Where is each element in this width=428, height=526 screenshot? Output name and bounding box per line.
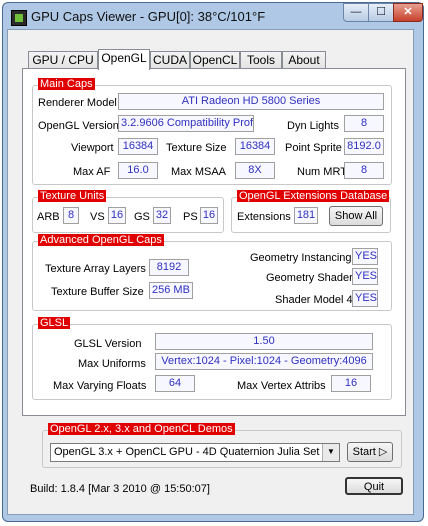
texture-units-title: Texture Units [38, 190, 107, 202]
demos-title: OpenGL 2.x, 3.x and OpenCL Demos [48, 423, 235, 435]
main-caps-title: Main Caps [38, 78, 95, 90]
opengl-tab-page: Main Caps Renderer Model ATI Radeon HD 5… [22, 68, 406, 416]
vs-label: VS [90, 211, 105, 223]
geometry-shader-label: Geometry Shader [266, 272, 353, 284]
extensions-value: 181 [294, 207, 318, 224]
max-af-value: 16.0 [118, 162, 158, 179]
vs-value: 16 [108, 207, 126, 224]
glsl-version-value: 1.50 [155, 333, 373, 350]
dyn-lights-value: 8 [344, 115, 384, 132]
viewport-label: Viewport [71, 142, 114, 154]
geometry-instancing-value: YES [352, 248, 378, 265]
extensions-db-title: OpenGL Extensions Database [237, 190, 390, 202]
gpu-caps-app-icon [11, 10, 27, 26]
num-mrt-value: 8 [344, 162, 384, 179]
quit-button[interactable]: Quit [345, 477, 403, 495]
gs-value: 32 [153, 207, 171, 224]
glsl-version-label: GLSL Version [74, 338, 142, 350]
texture-size-value: 16384 [235, 138, 275, 155]
chevron-down-icon[interactable]: ▼ [322, 444, 339, 461]
tab-opengl[interactable]: OpenGL [98, 49, 150, 70]
arb-value: 8 [63, 207, 79, 224]
opengl-version-value: 3.2.9606 Compatibility Profile [118, 115, 254, 132]
ps-value: 16 [200, 207, 218, 224]
title-bar: GPU Caps Viewer - GPU[0]: 38°C/101°F — ☐… [3, 3, 423, 31]
arb-label: ARB [37, 211, 60, 223]
extensions-label: Extensions [237, 211, 291, 223]
demo-select-value: OpenGL 3.x + OpenCL GPU - 4D Quaternion … [54, 446, 320, 458]
point-sprite-value: 8192.0 [344, 138, 384, 155]
window-title: GPU Caps Viewer - GPU[0]: 38°C/101°F [31, 9, 266, 24]
tab-cuda[interactable]: CUDA [150, 51, 190, 69]
gs-label: GS [134, 211, 150, 223]
shader-model-4-label: Shader Model 4 [275, 294, 353, 306]
start-button[interactable]: Start ▷ [347, 442, 393, 462]
minimize-button[interactable]: — [343, 3, 369, 22]
build-info: Build: 1.8.4 [Mar 3 2010 @ 15:50:07] [30, 483, 210, 495]
tab-tools[interactable]: Tools [240, 51, 282, 69]
max-msaa-value: 8X [235, 162, 275, 179]
glsl-title: GLSL [38, 317, 71, 329]
max-vertex-attribs-label: Max Vertex Attribs [237, 380, 326, 392]
num-mrt-label: Num MRT [297, 166, 347, 178]
tab-opencl[interactable]: OpenCL [190, 51, 240, 69]
max-varying-floats-value: 64 [155, 375, 195, 392]
tab-gpu-cpu[interactable]: GPU / CPU [28, 51, 98, 69]
texture-buffer-size-label: Texture Buffer Size [51, 286, 144, 298]
tab-about[interactable]: About [282, 51, 326, 69]
demo-select[interactable]: OpenGL 3.x + OpenCL GPU - 4D Quaternion … [50, 443, 340, 462]
max-af-label: Max AF [73, 166, 111, 178]
maximize-button[interactable]: ☐ [368, 3, 394, 22]
max-varying-floats-label: Max Varying Floats [53, 380, 147, 392]
dyn-lights-label: Dyn Lights [287, 120, 339, 132]
max-uniforms-value: Vertex:1024 - Pixel:1024 - Geometry:4096 [155, 353, 373, 370]
renderer-model-value: ATI Radeon HD 5800 Series [118, 93, 384, 110]
max-vertex-attribs-value: 16 [331, 375, 371, 392]
show-all-button[interactable]: Show All [329, 206, 383, 226]
close-button[interactable]: ✕ [393, 3, 423, 22]
texture-array-layers-value: 8192 [149, 259, 189, 276]
texture-buffer-size-value: 256 MB [149, 282, 193, 299]
point-sprite-label: Point Sprite [285, 142, 342, 154]
texture-size-label: Texture Size [166, 142, 227, 154]
renderer-model-label: Renderer Model [38, 97, 117, 109]
geometry-shader-value: YES [352, 268, 378, 285]
ps-label: PS [183, 211, 198, 223]
viewport-value: 16384 [118, 138, 158, 155]
max-msaa-label: Max MSAA [171, 166, 227, 178]
max-uniforms-label: Max Uniforms [78, 358, 146, 370]
shader-model-4-value: YES [352, 290, 378, 307]
texture-array-layers-label: Texture Array Layers [45, 263, 146, 275]
advanced-caps-title: Advanced OpenGL Caps [38, 234, 164, 246]
geometry-instancing-label: Geometry Instancing [250, 252, 352, 264]
opengl-version-label: OpenGL Version [38, 120, 119, 132]
